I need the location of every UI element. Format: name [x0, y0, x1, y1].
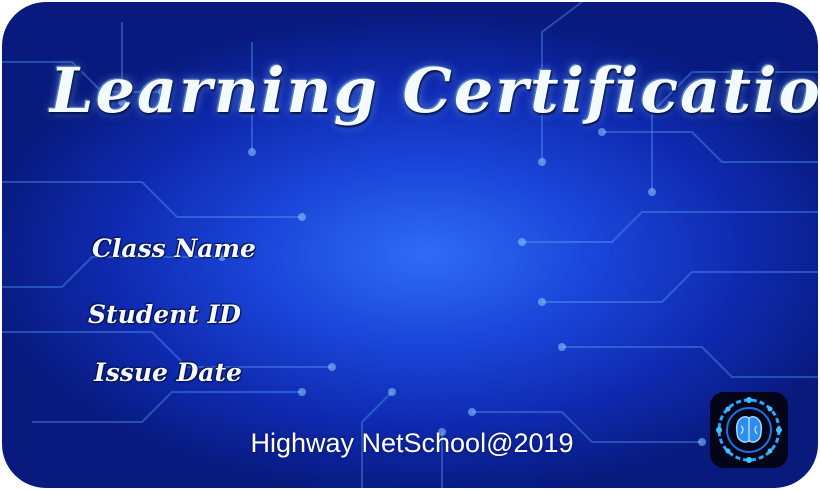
certificate-title: Learning Certification	[50, 54, 818, 127]
issue-date-label: Issue Date	[94, 358, 242, 387]
brain-network-icon	[710, 392, 788, 468]
school-footer: Highway NetSchool@2019	[250, 428, 574, 458]
student-id-label: Student ID	[88, 300, 241, 329]
certificate-card: Learning Certification Class Name Studen…	[2, 2, 818, 488]
class-name-label: Class Name	[92, 234, 256, 263]
